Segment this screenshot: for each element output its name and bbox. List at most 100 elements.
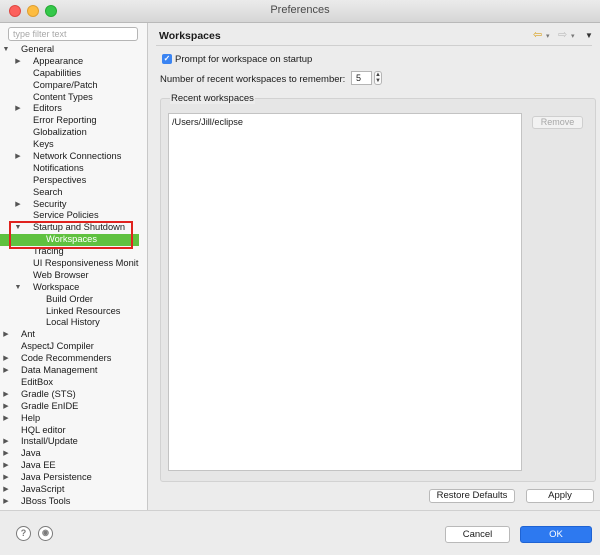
restore-defaults-button[interactable]: Restore Defaults [429, 489, 515, 503]
sidebar-item[interactable]: Keys [0, 139, 147, 151]
sidebar-item-label: Gradle (STS) [21, 388, 76, 399]
expanded-arrow-icon[interactable]: ▼ [14, 282, 22, 294]
sidebar-item[interactable]: Search [0, 187, 147, 199]
sidebar-item-label: UI Responsiveness Monit [33, 258, 139, 269]
sidebar-item[interactable]: Perspectives [0, 175, 147, 187]
prompt-workspace-checkbox[interactable]: ✓ [162, 54, 172, 64]
collapsed-arrow-icon[interactable]: ▶ [2, 460, 10, 472]
sidebar-item-label: General [21, 44, 55, 54]
sidebar-item[interactable]: ▶ Appearance [0, 56, 147, 68]
sidebar-item[interactable]: UI Responsiveness Monit [0, 258, 147, 270]
sidebar-item-label: Code Recommenders [21, 353, 112, 364]
collapsed-arrow-icon[interactable]: ▶ [2, 353, 10, 365]
sidebar-item[interactable]: ▶ Editors [0, 103, 147, 115]
collapsed-arrow-icon[interactable]: ▶ [2, 484, 10, 496]
recent-count-stepper[interactable]: ▲ ▼ [374, 71, 382, 85]
ok-button[interactable]: OK [520, 526, 592, 543]
collapsed-arrow-icon[interactable]: ▶ [2, 365, 10, 377]
expanded-arrow-icon[interactable]: ▼ [2, 44, 10, 56]
sidebar-item-label: Java [21, 448, 41, 459]
list-item[interactable]: /Users/Jill/eclipse [169, 114, 521, 130]
remove-button[interactable]: Remove [532, 116, 583, 129]
sidebar-item-label: Security [33, 198, 67, 209]
sidebar-item[interactable]: ▶ Gradle (STS) [0, 389, 147, 401]
collapsed-arrow-icon[interactable]: ▶ [2, 413, 10, 425]
collapsed-arrow-icon[interactable]: ▶ [2, 436, 10, 448]
sidebar-item[interactable]: AspectJ Compiler [0, 341, 147, 353]
sidebar-item[interactable]: Linked Resources [0, 306, 147, 318]
sidebar-item-label: Perspectives [33, 174, 87, 185]
help-icon[interactable]: ? [16, 526, 31, 541]
expanded-arrow-icon[interactable]: ▼ [14, 222, 22, 234]
collapsed-arrow-icon[interactable]: ▶ [14, 151, 22, 163]
sidebar-item[interactable]: ▶ JBoss Tools [0, 496, 147, 508]
sidebar-item-label: Startup and Shutdown [33, 222, 126, 233]
sidebar-item[interactable]: Build Order [0, 294, 147, 306]
sidebar-item[interactable]: ▶ Network Connections [0, 151, 147, 163]
sidebar-item-label: Ant [21, 329, 35, 340]
sidebar-item[interactable]: ▶ JavaScript [0, 484, 147, 496]
sidebar-item-label: Workspace [33, 281, 80, 292]
sidebar-item-label: Search [33, 186, 63, 197]
sidebar-item-label: Java EE [21, 460, 56, 471]
back-dropdown-icon[interactable]: ▾ [546, 32, 550, 40]
sidebar-item[interactable]: Compare/Patch [0, 80, 147, 92]
sidebar-item[interactable]: ▶ Java EE [0, 460, 147, 472]
sidebar-item[interactable]: ▶ Data Management [0, 365, 147, 377]
recent-workspaces-label: Recent workspaces [170, 93, 255, 104]
sidebar-item[interactable]: ▶ Ant [0, 329, 147, 341]
filter-input[interactable] [8, 27, 138, 41]
sidebar-item[interactable]: ▼ General [0, 44, 147, 56]
sidebar-item[interactable]: Content Types [0, 92, 147, 104]
import-export-icon[interactable]: ◉ [38, 526, 53, 541]
collapsed-arrow-icon[interactable]: ▶ [14, 199, 22, 211]
preference-tree: ▼ General ▶ Appearance Capabilities Compare/P… [0, 44, 147, 508]
sidebar-item[interactable]: HQL editor [0, 425, 147, 437]
sidebar-item[interactable]: ▶ Install/Update [0, 436, 147, 448]
collapsed-arrow-icon[interactable]: ▶ [2, 401, 10, 413]
recent-count-input[interactable]: 5 [351, 71, 372, 85]
recent-workspaces-list[interactable]: /Users/Jill/eclipse [168, 113, 522, 471]
forward-dropdown-icon[interactable]: ▾ [571, 32, 575, 40]
sidebar-item[interactable]: ▶ Code Recommenders [0, 353, 147, 365]
sidebar-item-label: Install/Update [21, 436, 78, 447]
workspaces-page: Workspaces ⇦ ▾ ⇨ ▾ ▼ ✓ Prompt for worksp… [148, 23, 600, 510]
sidebar-item[interactable]: ▶ Security [0, 199, 147, 211]
sidebar-item[interactable]: Notifications [0, 163, 147, 175]
collapsed-arrow-icon[interactable]: ▶ [2, 448, 10, 460]
sidebar-item[interactable]: ▶ Gradle EnIDE [0, 401, 147, 413]
sidebar-item[interactable]: Workspaces [0, 234, 139, 247]
collapsed-arrow-icon[interactable]: ▶ [2, 472, 10, 484]
collapsed-arrow-icon[interactable]: ▶ [2, 329, 10, 341]
sidebar-item-label: HQL editor [21, 424, 66, 435]
sidebar-item[interactable]: Error Reporting [0, 115, 147, 127]
sidebar-item-label: Tracing [33, 246, 64, 257]
sidebar-item[interactable]: EditBox [0, 377, 147, 389]
collapsed-arrow-icon[interactable]: ▶ [14, 103, 22, 115]
sidebar-item[interactable]: ▶ Help [0, 413, 147, 425]
sidebar-item[interactable]: ▼ Workspace [0, 282, 147, 294]
sidebar-item[interactable]: Capabilities [0, 68, 147, 80]
sidebar-item-label: Linked Resources [46, 305, 121, 316]
collapsed-arrow-icon[interactable]: ▶ [2, 389, 10, 401]
window-title: Preferences [270, 4, 330, 16]
collapsed-arrow-icon[interactable]: ▶ [14, 56, 22, 68]
apply-button[interactable]: Apply [526, 489, 594, 503]
sidebar-item-label: Network Connections [33, 151, 122, 162]
sidebar-item[interactable]: Service Policies [0, 210, 147, 222]
back-arrow-icon[interactable]: ⇦ [533, 28, 542, 41]
sidebar-item[interactable]: Tracing [0, 246, 147, 258]
sidebar-item[interactable]: ▶ Java [0, 448, 147, 460]
preference-tree-panel: ▼ General ▶ AppearanceCapabilitiesCompare/P… [0, 23, 148, 510]
collapsed-arrow-icon[interactable]: ▶ [2, 496, 10, 508]
view-menu-icon[interactable]: ▼ [585, 31, 593, 40]
sidebar-item[interactable]: Web Browser [0, 270, 147, 282]
cancel-button[interactable]: Cancel [445, 526, 510, 543]
sidebar-item[interactable]: Local History [0, 317, 147, 329]
sidebar-item-label: Error Reporting [33, 115, 97, 126]
sidebar-item[interactable]: ▶ Java Persistence [0, 472, 147, 484]
sidebar-item[interactable]: Globalization [0, 127, 147, 139]
sidebar-item[interactable]: ▼ Startup and Shutdown [0, 222, 147, 234]
sidebar-item-label: Globalization [33, 127, 87, 138]
forward-arrow-icon[interactable]: ⇨ [558, 28, 567, 41]
